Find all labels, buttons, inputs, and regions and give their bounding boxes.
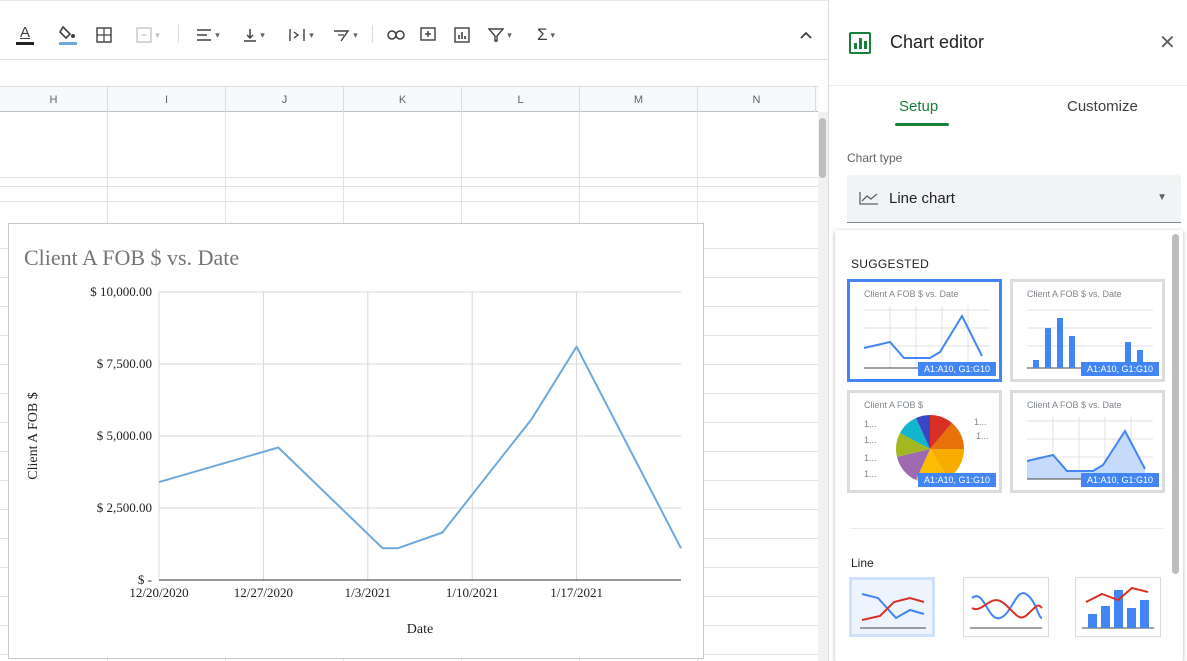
suggested-line-chart[interactable]: Client A FOB $ vs. Date A1:A10, G1:G10	[847, 279, 1002, 382]
chart-type-select[interactable]: Line chart ▼	[847, 175, 1181, 223]
chart-editor-panel: Chart editor ✕ Setup Customize Chart typ…	[828, 0, 1187, 661]
suggestion-range: A1:A10, G1:G10	[1080, 362, 1159, 376]
suggested-pie-chart[interactable]: 1... 1... 1... 1... 1... 1... Client A FOB $ …	[847, 390, 1002, 493]
text-color-icon[interactable]: A	[12, 23, 38, 47]
text-wrap-icon[interactable]: ▾	[282, 23, 320, 47]
series-line[interactable]	[158, 345, 682, 550]
svg-text:1...: 1...	[864, 453, 877, 463]
functions-icon[interactable]: Σ ▾	[526, 23, 566, 47]
dropdown-divider	[851, 528, 1163, 529]
chart-editor-icon	[849, 32, 871, 54]
suggested-column-chart[interactable]: Client A FOB $ vs. Date A1:A10, G1:G10	[1010, 279, 1165, 382]
chevron-down-icon: ▼	[1157, 192, 1167, 203]
column-header-m[interactable]: M	[580, 87, 698, 112]
column-header-n[interactable]: N	[698, 87, 816, 112]
x-tick-label: 1/3/2021	[345, 585, 391, 600]
x-tick-label: 1/17/2021	[550, 585, 603, 600]
sigma-glyph: Σ	[536, 25, 548, 44]
smooth-line-chart-option[interactable]	[963, 577, 1049, 637]
collapse-toolbar-icon[interactable]	[796, 23, 816, 47]
y-tick-label: $ 5,000.00	[97, 428, 152, 443]
active-tab-indicator	[895, 123, 949, 126]
borders-icon[interactable]	[93, 23, 115, 47]
insert-comment-icon[interactable]	[416, 23, 440, 47]
suggested-label: SUGGESTED	[851, 257, 930, 271]
suggestion-title: Client A FOB $ vs. Date	[1027, 400, 1122, 410]
column-header-k[interactable]: K	[344, 87, 462, 112]
chart-editor-header: Chart editor ✕	[829, 0, 1187, 86]
suggestion-title: Client A FOB $	[864, 400, 924, 410]
suggestion-title: Client A FOB $ vs. Date	[1027, 289, 1122, 299]
svg-text:1...: 1...	[974, 417, 987, 427]
close-icon[interactable]: ✕	[1159, 32, 1176, 54]
svg-text:1...: 1...	[864, 469, 877, 479]
svg-text:1...: 1...	[976, 431, 989, 441]
x-tick-label: 12/27/2020	[234, 585, 293, 600]
x-axis-label: Date	[407, 622, 433, 637]
x-tick-label: 12/20/2020	[129, 585, 188, 600]
chart-type-label: Chart type	[847, 151, 903, 165]
line-section-label: Line	[851, 556, 874, 570]
embedded-chart[interactable]: Client A FOB $ vs. Date $ - $ 2,500.00 $ 5…	[8, 223, 704, 659]
suggestion-range: A1:A10, G1:G10	[917, 473, 996, 487]
formatting-toolbar: A ▾ ▾ ▾ ▾ ▾ ▾ Σ ▾	[0, 0, 828, 60]
y-axis-label: Client A FOB $	[26, 392, 41, 480]
column-header-h[interactable]: H	[0, 87, 108, 112]
tab-customize[interactable]: Customize	[1067, 98, 1138, 115]
suggested-area-chart[interactable]: Client A FOB $ vs. Date A1:A10, G1:G10	[1010, 390, 1165, 493]
merge-cells-icon[interactable]: ▾	[128, 23, 168, 47]
combo-chart-option[interactable]	[1075, 577, 1161, 637]
line-chart-svg: Client A FOB $ vs. Date $ -$ 2,500.00$ 5…	[24, 245, 682, 637]
y-tick-label: $ 7,500.00	[97, 356, 152, 371]
suggestion-range: A1:A10, G1:G10	[917, 362, 996, 376]
column-header-j[interactable]: J	[226, 87, 344, 112]
line-chart-icon	[859, 192, 878, 205]
chart-editor-title: Chart editor	[890, 32, 985, 52]
sheet-vertical-scrollbar[interactable]	[818, 112, 828, 661]
dropdown-scrollbar[interactable]	[1172, 234, 1179, 574]
text-rotation-icon[interactable]: ▾	[326, 23, 364, 47]
y-tick-label: $ 2,500.00	[97, 500, 152, 515]
chart-type-value: Line chart	[889, 190, 955, 207]
insert-chart-icon[interactable]	[450, 23, 474, 47]
horizontal-align-icon[interactable]: ▾	[190, 23, 226, 47]
svg-text:1...: 1...	[864, 435, 877, 445]
tab-setup[interactable]: Setup	[899, 98, 938, 115]
suggestion-range: A1:A10, G1:G10	[1080, 473, 1159, 487]
chart-title[interactable]: Client A FOB $ vs. Date	[24, 245, 239, 270]
vertical-align-icon[interactable]: ▾	[236, 23, 272, 47]
chart-type-dropdown: SUGGESTED Client A FOB $ vs. Date A1:A10…	[835, 230, 1183, 661]
column-header-l[interactable]: L	[462, 87, 580, 112]
suggestion-title: Client A FOB $ vs. Date	[864, 289, 959, 299]
insert-link-icon[interactable]	[384, 23, 408, 47]
scrollbar-thumb[interactable]	[819, 118, 826, 178]
column-headers: H I J K L M N	[0, 86, 818, 112]
x-tick-label: 1/10/2021	[446, 585, 499, 600]
line-chart-option[interactable]	[849, 577, 935, 637]
text-color-letter: A	[19, 24, 30, 41]
y-tick-label: $ 10,000.00	[90, 284, 152, 299]
svg-text:1...: 1...	[864, 419, 877, 429]
fill-color-icon[interactable]	[56, 23, 80, 47]
filter-icon[interactable]: ▾	[482, 23, 518, 47]
column-header-i[interactable]: I	[108, 87, 226, 112]
